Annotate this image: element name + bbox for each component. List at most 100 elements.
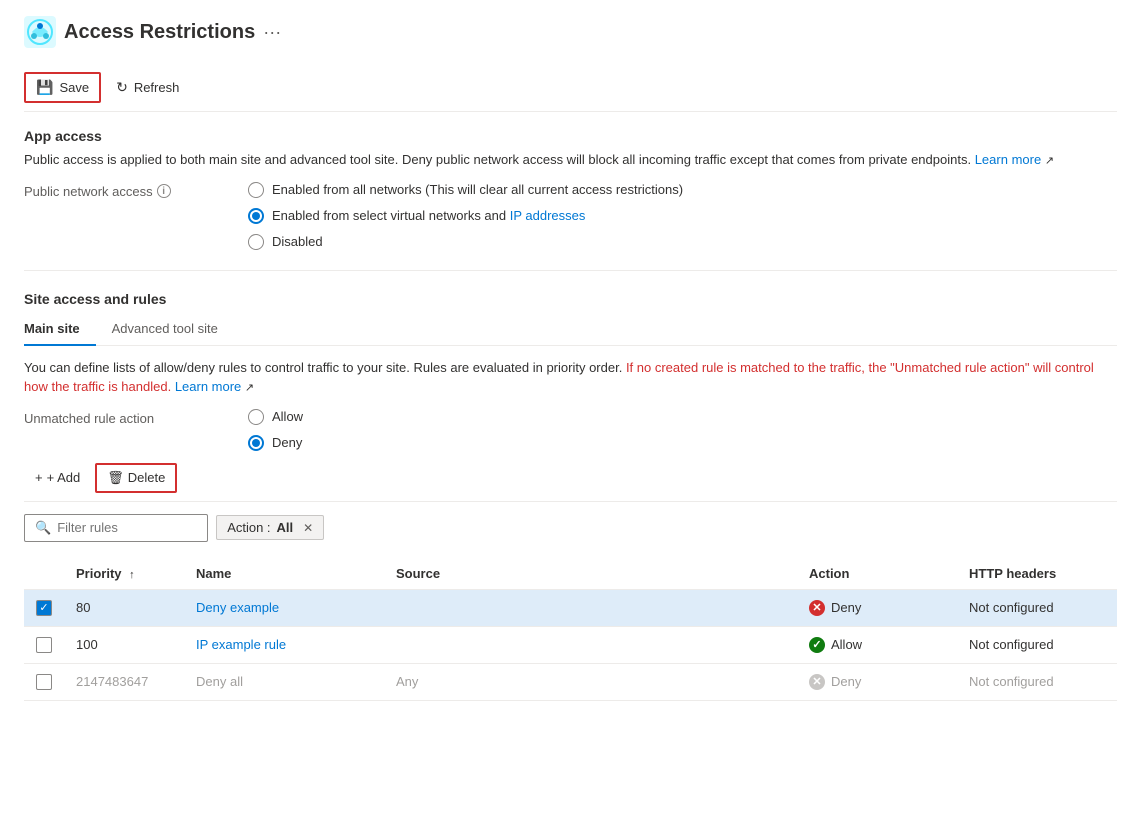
row-http-headers: Not configured xyxy=(957,663,1117,700)
app-access-info: Public access is applied to both main si… xyxy=(24,150,1117,170)
site-access-section: Site access and rules Main site Advanced… xyxy=(24,291,1117,701)
radio-all-networks-circle xyxy=(248,182,264,198)
page-container: Access Restrictions ··· 💾 Save ↻ Refresh… xyxy=(0,0,1141,717)
plus-icon: + xyxy=(35,470,43,485)
add-label: + Add xyxy=(47,470,81,485)
filter-input-container: 🔍 xyxy=(24,514,208,542)
more-options-button[interactable]: ··· xyxy=(263,22,281,43)
row-source xyxy=(384,589,797,626)
row-source xyxy=(384,626,797,663)
info-icon[interactable]: i xyxy=(157,184,171,198)
unmatched-rule-row: Unmatched rule action Allow Deny xyxy=(24,409,1117,451)
filter-action-tag: Action : All ✕ xyxy=(216,515,324,540)
site-learn-more-link[interactable]: Learn more xyxy=(175,379,241,394)
ip-addresses-link[interactable]: IP addresses xyxy=(510,208,586,223)
app-access-info-text: Public access is applied to both main si… xyxy=(24,152,971,167)
radio-allow-circle xyxy=(248,409,264,425)
priority-sort-icon: ↑ xyxy=(129,569,135,581)
radio-allow[interactable]: Allow xyxy=(248,409,303,425)
filter-tag-value: All xyxy=(277,520,294,535)
table-row[interactable]: ✓ 80 Deny example ✕ Deny Not configured xyxy=(24,589,1117,626)
row-priority: 80 xyxy=(64,589,184,626)
unmatched-rule-label: Unmatched rule action xyxy=(24,409,224,426)
radio-select-networks-circle xyxy=(248,208,264,224)
checkmark-icon: ✓ xyxy=(39,601,48,614)
site-tabs: Main site Advanced tool site xyxy=(24,313,1117,346)
allow-label: Allow xyxy=(831,637,862,652)
row-http-headers: Not configured xyxy=(957,626,1117,663)
public-network-options: Enabled from all networks (This will cle… xyxy=(248,182,683,250)
deny-muted-label: Deny xyxy=(831,674,861,689)
rules-action-toolbar: + + Add 🗑 Delete xyxy=(24,463,1117,502)
radio-disabled-circle xyxy=(248,234,264,250)
filter-rules-input[interactable] xyxy=(57,520,197,535)
toolbar: 💾 Save ↻ Refresh xyxy=(24,64,1117,112)
rules-table: Priority ↑ Name Source Action HTTP heade… xyxy=(24,558,1117,701)
row-checkbox-checked[interactable]: ✓ xyxy=(36,600,52,616)
add-rule-button[interactable]: + + Add xyxy=(24,464,91,491)
row-checkbox-empty[interactable] xyxy=(36,674,52,690)
row-name: Deny example xyxy=(184,589,384,626)
row-action: ✕ Deny xyxy=(797,589,957,626)
deny-icon: ✕ xyxy=(809,600,825,616)
refresh-button[interactable]: ↻ Refresh xyxy=(105,73,190,102)
row-priority: 2147483647 xyxy=(64,663,184,700)
search-icon: 🔍 xyxy=(35,520,51,536)
radio-deny[interactable]: Deny xyxy=(248,435,303,451)
delete-rule-button[interactable]: 🗑 Delete xyxy=(95,463,177,493)
row-source: Any xyxy=(384,663,797,700)
table-row[interactable]: 100 IP example rule ✓ Allow Not configur… xyxy=(24,626,1117,663)
save-label: Save xyxy=(59,80,89,95)
public-network-label: Public network access i xyxy=(24,182,224,199)
save-icon: 💾 xyxy=(36,79,53,96)
status-deny-muted: ✕ Deny xyxy=(809,674,945,690)
tab-main-site[interactable]: Main site xyxy=(24,313,96,346)
table-header: Priority ↑ Name Source Action HTTP heade… xyxy=(24,558,1117,590)
site-access-title: Site access and rules xyxy=(24,291,1117,307)
radio-all-networks[interactable]: Enabled from all networks (This will cle… xyxy=(248,182,683,198)
save-button[interactable]: 💾 Save xyxy=(24,72,101,103)
col-priority: Priority ↑ xyxy=(64,558,184,590)
status-deny: ✕ Deny xyxy=(809,600,945,616)
app-access-section: App access Public access is applied to b… xyxy=(24,128,1117,250)
radio-all-networks-label: Enabled from all networks (This will cle… xyxy=(272,182,683,197)
deny-label: Deny xyxy=(831,600,861,615)
radio-deny-label: Deny xyxy=(272,435,302,450)
page-header: Access Restrictions ··· xyxy=(24,16,1117,48)
site-description: You can define lists of allow/deny rules… xyxy=(24,358,1117,397)
row-action: ✕ Deny xyxy=(797,663,957,700)
radio-select-networks[interactable]: Enabled from select virtual networks and… xyxy=(248,208,683,224)
col-source: Source xyxy=(384,558,797,590)
row-checkbox-cell xyxy=(24,626,64,663)
table-header-row: Priority ↑ Name Source Action HTTP heade… xyxy=(24,558,1117,590)
page-title: Access Restrictions xyxy=(64,21,255,44)
deny-muted-icon: ✕ xyxy=(809,674,825,690)
app-access-title: App access xyxy=(24,128,1117,144)
col-name: Name xyxy=(184,558,384,590)
col-action: Action xyxy=(797,558,957,590)
radio-deny-circle xyxy=(248,435,264,451)
delete-label: Delete xyxy=(128,470,166,485)
radio-allow-label: Allow xyxy=(272,409,303,424)
row-name: IP example rule xyxy=(184,626,384,663)
radio-disabled[interactable]: Disabled xyxy=(248,234,683,250)
tab-advanced-tool-site[interactable]: Advanced tool site xyxy=(96,313,234,346)
section-divider xyxy=(24,270,1117,271)
delete-icon: 🗑 xyxy=(107,470,124,486)
filter-tag-close-button[interactable]: ✕ xyxy=(303,521,313,535)
refresh-label: Refresh xyxy=(134,80,180,95)
table-row[interactable]: 2147483647 Deny all Any ✕ Deny Not confi… xyxy=(24,663,1117,700)
row-checkbox-empty[interactable] xyxy=(36,637,52,653)
row-name: Deny all xyxy=(184,663,384,700)
filter-row: 🔍 Action : All ✕ xyxy=(24,514,1117,542)
row-http-headers: Not configured xyxy=(957,589,1117,626)
refresh-icon: ↻ xyxy=(116,79,128,96)
row-priority: 100 xyxy=(64,626,184,663)
allow-icon: ✓ xyxy=(809,637,825,653)
col-checkbox xyxy=(24,558,64,590)
public-network-access-row: Public network access i Enabled from all… xyxy=(24,182,1117,250)
table-body: ✓ 80 Deny example ✕ Deny Not configured xyxy=(24,589,1117,700)
row-checkbox-cell: ✓ xyxy=(24,589,64,626)
unmatched-rule-options: Allow Deny xyxy=(248,409,303,451)
app-access-learn-more-link[interactable]: Learn more xyxy=(975,152,1041,167)
